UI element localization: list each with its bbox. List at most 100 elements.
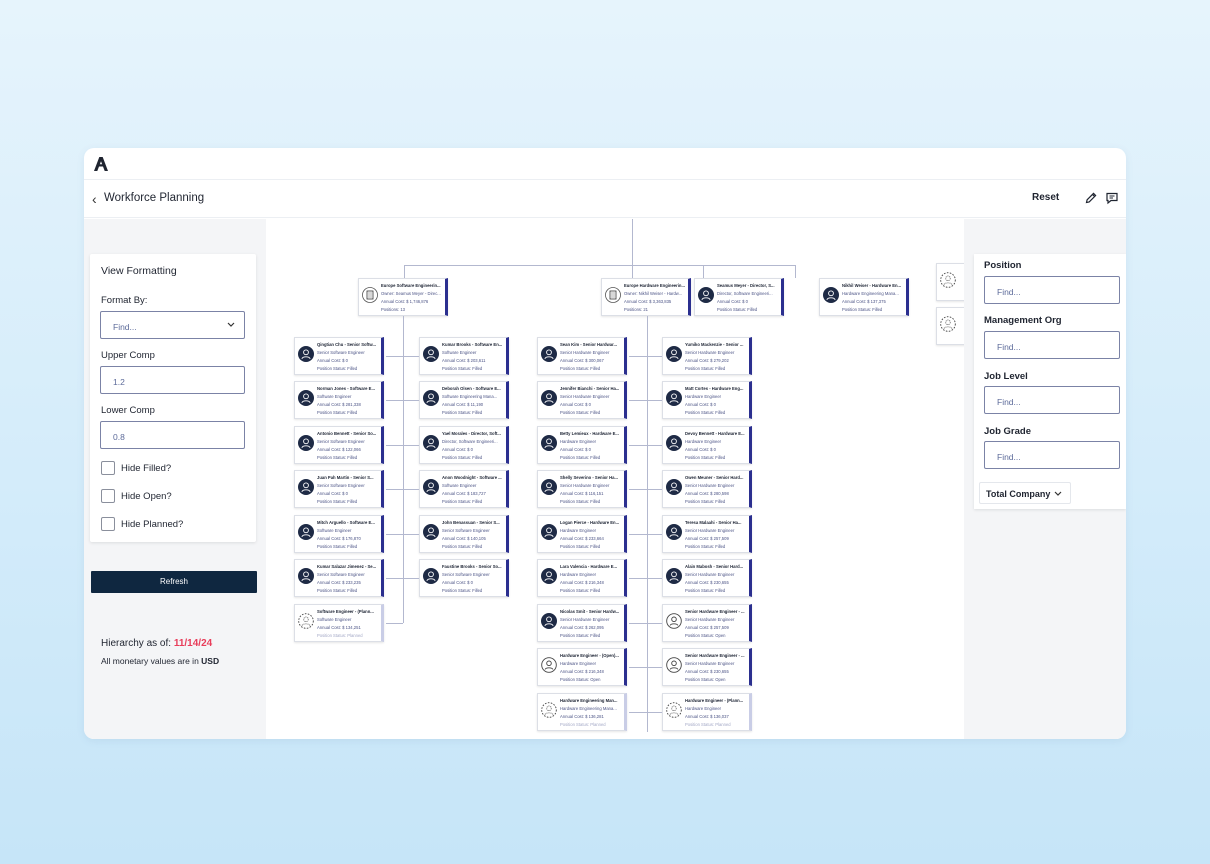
person-avatar-icon xyxy=(541,613,557,629)
position-card[interactable]: Nikhil Weiser - Hardware En... Hardware E… xyxy=(819,278,909,316)
position-card[interactable]: Qingtian Chu - Senior Softw... Senior Sof… xyxy=(294,337,384,375)
person-avatar-icon xyxy=(666,568,682,584)
position-card[interactable]: Deborah Olsen - Software E... Software En… xyxy=(419,381,509,419)
position-card[interactable]: Mitch Arguello - Software E... Software E… xyxy=(294,515,384,553)
position-input[interactable]: Find... xyxy=(984,276,1120,304)
hide-filled-checkbox[interactable] xyxy=(101,461,115,475)
card-status: Position Status: Filled xyxy=(685,544,726,549)
connector-line xyxy=(648,489,662,490)
person-avatar-icon xyxy=(541,346,557,362)
position-card[interactable]: Lara Valencia - Hardware E... Hardware En… xyxy=(537,559,627,597)
position-card[interactable]: Anon Woodnight - Software ... Software En… xyxy=(419,470,509,508)
card-subtitle: Senior Hardware Engineer xyxy=(685,661,735,666)
currency-value: USD xyxy=(201,656,220,666)
truncated-card[interactable] xyxy=(936,307,964,345)
position-card[interactable]: John Benassuan - Senior S... Senior Softw… xyxy=(419,515,509,553)
org-unit-card[interactable]: Europe Software Engineerin... Owner: Seam… xyxy=(358,278,448,316)
person-avatar-icon xyxy=(298,390,314,406)
connector-line xyxy=(629,356,647,357)
reset-button[interactable]: Reset xyxy=(1032,192,1059,203)
position-card[interactable]: Hardware Engineer - (Plann... Hardware En… xyxy=(662,693,752,731)
card-status: Position Status: Filled xyxy=(317,588,358,593)
card-annual-cost: Annual Cost: $ 136,037 xyxy=(685,714,729,719)
position-card[interactable]: Software Engineer - (Plann... Software En… xyxy=(294,604,384,642)
position-card[interactable]: Teresa Malaahi - Senior Ha... Senior Hard… xyxy=(662,515,752,553)
position-card[interactable]: Hardware Engineer - (Open)... Hardware En… xyxy=(537,648,627,686)
position-card[interactable]: Betty Lemieux - Hardware E... Hardware En… xyxy=(537,426,627,464)
position-card[interactable]: Kumar Brooks - Software En... Software En… xyxy=(419,337,509,375)
card-subtitle: Senior Software Engineer xyxy=(442,572,490,577)
card-subtitle: Senior Software Engineer xyxy=(442,528,490,533)
hide-open-label: Hide Open? xyxy=(121,491,172,502)
org-chart-canvas[interactable]: Europe Software Engineerin... Owner: Seam… xyxy=(266,219,964,739)
position-card[interactable]: Senior Hardware Engineer - ... Senior Har… xyxy=(662,648,752,686)
connector-line xyxy=(795,265,796,278)
position-card[interactable]: Devoy Bennett - Hardware E... Hardware En… xyxy=(662,426,752,464)
card-status: Position Status: Open xyxy=(685,677,726,682)
card-annual-cost: Annual Cost: $ 216,348 xyxy=(560,669,604,674)
position-card[interactable]: Senior Hardware Engineer - ... Senior Har… xyxy=(662,604,752,642)
person-avatar-icon xyxy=(423,479,439,495)
view-formatting-panel: View Formatting Format By: Find... Upper… xyxy=(90,254,256,542)
job-level-label: Job Level xyxy=(984,371,1028,382)
card-subtitle: Owner: Nikhil Weiser - Hardw... xyxy=(624,291,683,296)
management-org-input[interactable]: Find... xyxy=(984,331,1120,359)
org-unit-card[interactable]: Europe Hardware Engineerin... Owner: Nikh… xyxy=(601,278,691,316)
position-card[interactable]: Logan Pierce - Hardware En... Hardware En… xyxy=(537,515,627,553)
position-card[interactable]: Juan Pah Martin - Senior S... Senior Soft… xyxy=(294,470,384,508)
card-annual-cost: Annual Cost: $ 280,598 xyxy=(685,491,729,496)
position-card[interactable]: Yael Morales - Director, Soft... Director… xyxy=(419,426,509,464)
card-annual-cost: Annual Cost: $ 1,746,876 xyxy=(381,299,429,304)
comment-icon[interactable] xyxy=(1105,191,1119,205)
connector-line xyxy=(629,445,647,446)
position-card[interactable]: Jennifer Bianchi - Senior Ha... Senior Ha… xyxy=(537,381,627,419)
position-card[interactable]: Hardware Engineering Man... Hardware Engi… xyxy=(537,693,627,731)
card-subtitle: Hardware Engineer xyxy=(560,439,597,444)
position-card[interactable]: Yumiko Mackenzie - Senior ... Senior Hard… xyxy=(662,337,752,375)
position-card[interactable]: Seamus Meyer - Director, S... Director, S… xyxy=(694,278,784,316)
hide-open-checkbox[interactable] xyxy=(101,489,115,503)
card-annual-cost: Annual Cost: $ 257,509 xyxy=(685,625,729,630)
connector-line xyxy=(386,400,403,401)
card-subtitle: Senior Software Engineer xyxy=(317,439,365,444)
position-card[interactable]: Antonio Bennett - Senior So... Senior Sof… xyxy=(294,426,384,464)
position-card[interactable]: Alain Mabosh - Senior Hard... Senior Hard… xyxy=(662,559,752,597)
planned-position-icon xyxy=(940,316,956,332)
position-card[interactable]: Owen Meuner - Senior Hard... Senior Hardw… xyxy=(662,470,752,508)
back-chevron-icon[interactable]: ‹ xyxy=(92,191,97,207)
card-title: Europe Hardware Engineerin... xyxy=(624,283,685,288)
position-card[interactable]: Nicolas Smit - Senior Hardw... Senior Har… xyxy=(537,604,627,642)
position-card[interactable]: Faustine Brooks - Senior So... Senior Sof… xyxy=(419,559,509,597)
person-avatar-icon xyxy=(541,524,557,540)
hide-planned-checkbox[interactable] xyxy=(101,517,115,531)
total-company-dropdown[interactable]: Total Company xyxy=(979,482,1071,504)
card-subtitle: Director, Software Engineeri... xyxy=(442,439,498,444)
lower-comp-input[interactable]: 0.8 xyxy=(100,421,245,449)
card-title: Shelly Severino - Senior Ha... xyxy=(560,475,618,480)
position-card[interactable]: Sean Kim - Senior Hardwar... Senior Hardw… xyxy=(537,337,627,375)
person-avatar-icon xyxy=(666,346,682,362)
position-card[interactable]: Norman Jones - Software E... Software Eng… xyxy=(294,381,384,419)
connector-line xyxy=(404,356,419,357)
card-status: Position Status: Filled xyxy=(842,307,883,312)
job-level-input[interactable]: Find... xyxy=(984,386,1120,414)
upper-comp-input[interactable]: 1.2 xyxy=(100,366,245,394)
position-card[interactable]: Matt Cortes - Hardware Eng... Hardware En… xyxy=(662,381,752,419)
card-status: Position Status: Filled xyxy=(317,410,358,415)
job-grade-input[interactable]: Find... xyxy=(984,441,1120,469)
pencil-icon[interactable] xyxy=(1084,191,1098,205)
position-card[interactable]: Shelly Severino - Senior Ha... Senior Har… xyxy=(537,470,627,508)
card-status: Position Status: Filled xyxy=(442,499,483,504)
person-avatar-icon xyxy=(298,346,314,362)
refresh-button[interactable]: Refresh xyxy=(91,571,257,593)
format-by-select[interactable]: Find... xyxy=(100,311,245,339)
card-annual-cost: Annual Cost: $ 0 xyxy=(317,491,348,496)
truncated-card[interactable] xyxy=(936,263,964,301)
card-status: Position Status: Filled xyxy=(685,366,726,371)
position-card[interactable]: Kumar Salazar Jimenez - Se... Senior Soft… xyxy=(294,559,384,597)
card-title: Betty Lemieux - Hardware E... xyxy=(560,431,619,436)
planned-position-icon xyxy=(541,702,557,718)
connector-line xyxy=(629,400,647,401)
app-logo-icon[interactable] xyxy=(93,156,109,172)
person-avatar-icon xyxy=(823,287,839,303)
